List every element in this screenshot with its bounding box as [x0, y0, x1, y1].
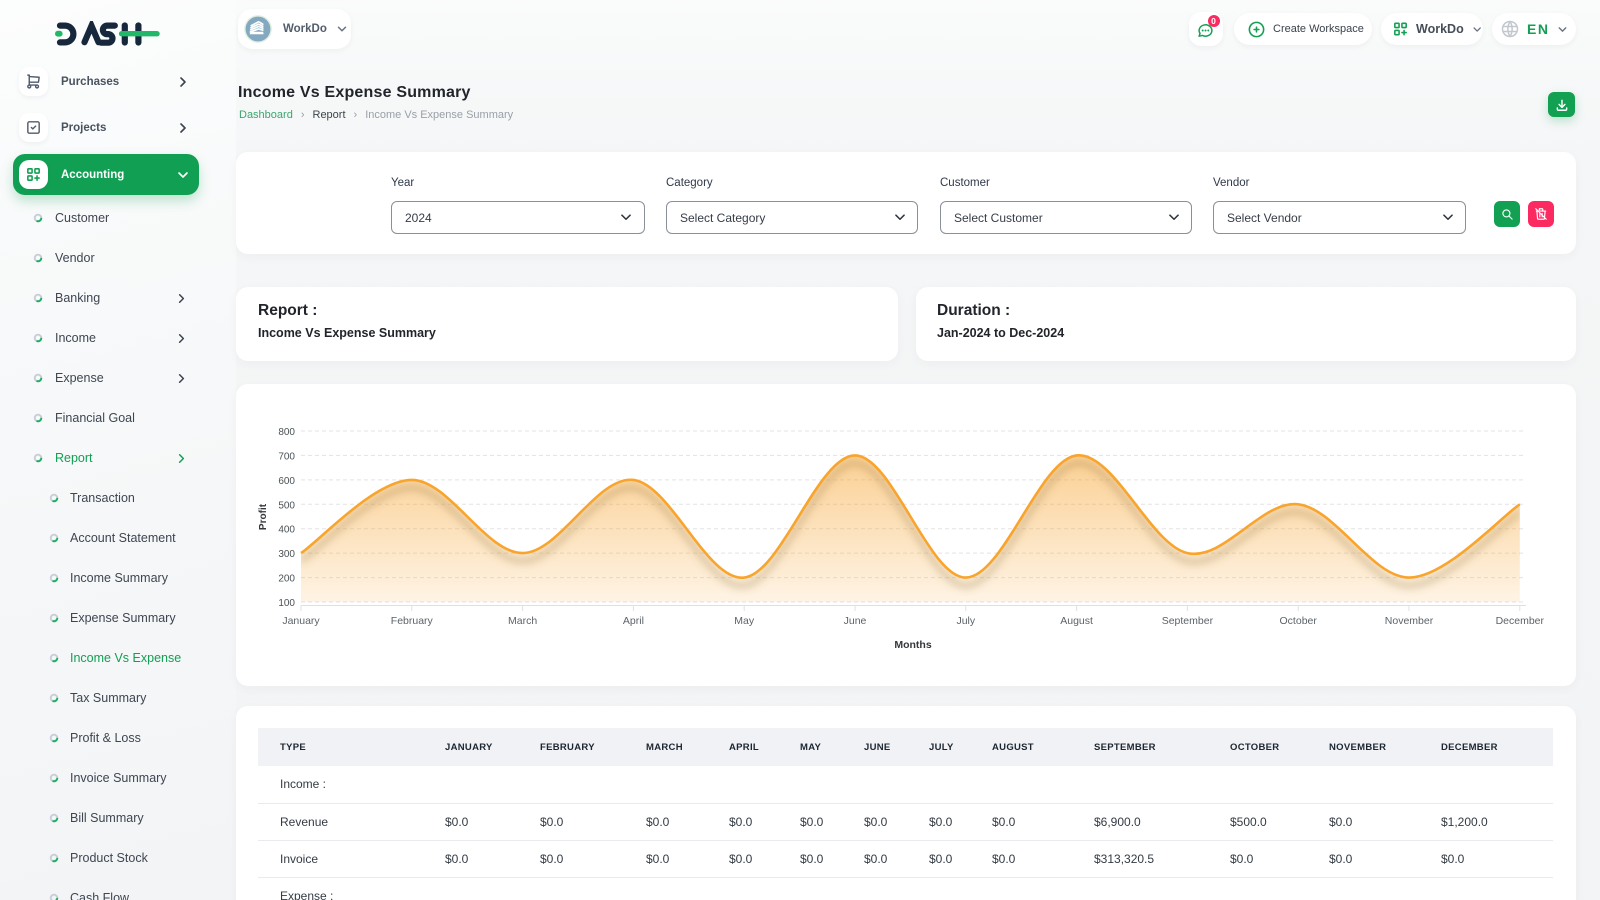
svg-text:100: 100: [278, 598, 295, 609]
svg-text:June: June: [844, 615, 867, 627]
svg-text:July: July: [956, 615, 975, 627]
svg-text:April: April: [623, 615, 644, 627]
svg-text:September: September: [1162, 615, 1214, 627]
svg-text:October: October: [1280, 615, 1318, 627]
svg-text:March: March: [508, 615, 537, 627]
svg-text:Months: Months: [894, 639, 931, 651]
svg-text:400: 400: [278, 525, 295, 536]
svg-text:May: May: [734, 615, 755, 627]
svg-text:700: 700: [278, 451, 295, 462]
svg-text:500: 500: [278, 500, 295, 511]
svg-text:January: January: [282, 615, 320, 627]
svg-text:200: 200: [278, 574, 295, 585]
svg-text:800: 800: [278, 427, 295, 438]
svg-text:December: December: [1496, 615, 1545, 627]
svg-text:February: February: [391, 615, 434, 627]
svg-text:August: August: [1060, 615, 1093, 627]
svg-text:November: November: [1385, 615, 1434, 627]
svg-text:Profit: Profit: [258, 503, 269, 530]
svg-text:300: 300: [278, 549, 295, 560]
svg-text:600: 600: [278, 476, 295, 487]
